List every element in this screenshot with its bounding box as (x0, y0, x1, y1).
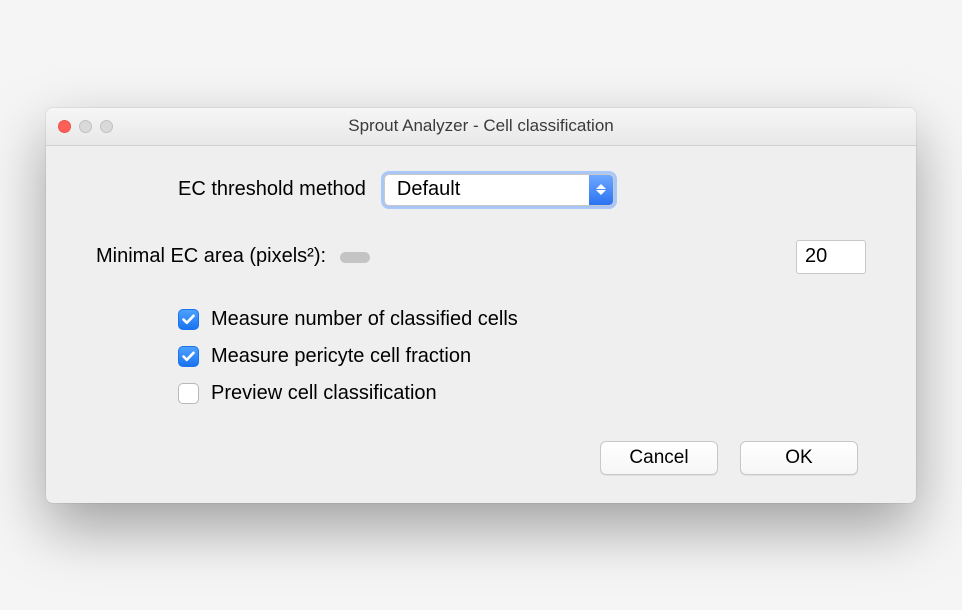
button-row: Cancel OK (96, 441, 866, 475)
checkbox-preview-label: Preview cell classification (211, 382, 437, 405)
chevron-down-icon (596, 190, 606, 195)
checkbox-measure-number[interactable] (178, 309, 199, 330)
cancel-button[interactable]: Cancel (600, 441, 718, 475)
checkbox-measure-pericyte[interactable] (178, 346, 199, 367)
traffic-lights (46, 120, 113, 133)
minarea-row: Minimal EC area (pixels²): (96, 240, 866, 274)
dialog-window: Sprout Analyzer - Cell classification EC… (46, 108, 916, 503)
chevron-up-icon (596, 184, 606, 189)
titlebar: Sprout Analyzer - Cell classification (46, 108, 916, 146)
threshold-select-value: Default (385, 178, 589, 201)
minarea-input[interactable] (796, 240, 866, 274)
dialog-content: EC threshold method Default Minimal EC a… (46, 146, 916, 503)
threshold-select[interactable]: Default (384, 174, 614, 206)
threshold-label: EC threshold method (178, 178, 366, 201)
checkbox-measure-number-row: Measure number of classified cells (178, 308, 866, 331)
ok-button[interactable]: OK (740, 441, 858, 475)
window-title: Sprout Analyzer - Cell classification (46, 116, 916, 136)
close-icon[interactable] (58, 120, 71, 133)
checkmark-icon (182, 351, 195, 362)
minarea-slider[interactable] (340, 250, 778, 264)
checkbox-measure-pericyte-label: Measure pericyte cell fraction (211, 345, 471, 368)
minimize-icon (79, 120, 92, 133)
checkbox-measure-pericyte-row: Measure pericyte cell fraction (178, 345, 866, 368)
minarea-label: Minimal EC area (pixels²): (96, 245, 326, 268)
checkbox-preview-row: Preview cell classification (178, 382, 866, 405)
checkbox-preview[interactable] (178, 383, 199, 404)
checkbox-group: Measure number of classified cells Measu… (96, 308, 866, 405)
maximize-icon (100, 120, 113, 133)
slider-thumb-icon (340, 252, 370, 263)
select-stepper-icon (589, 175, 613, 205)
threshold-row: EC threshold method Default (96, 174, 866, 206)
checkmark-icon (182, 314, 195, 325)
checkbox-measure-number-label: Measure number of classified cells (211, 308, 518, 331)
